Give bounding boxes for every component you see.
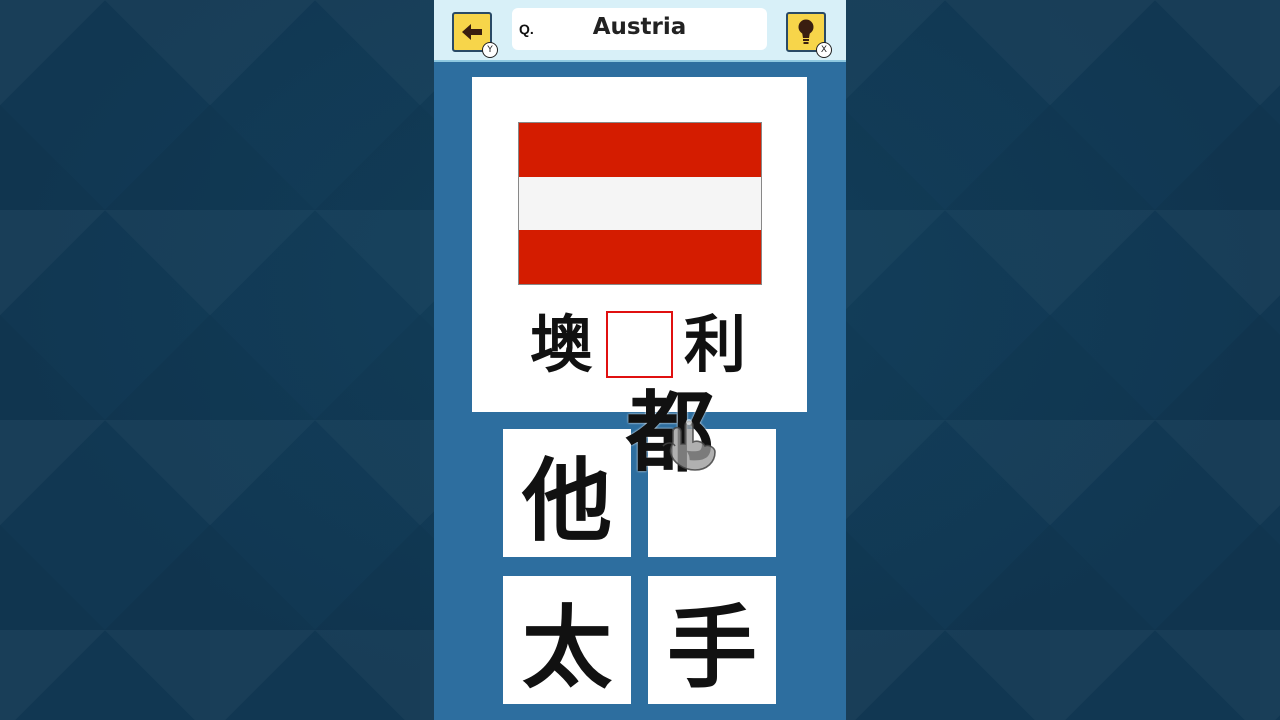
- word-char-right: 利: [684, 308, 747, 381]
- arrow-left-icon: [462, 24, 482, 40]
- flag-image: [518, 122, 762, 285]
- choice-tile-3[interactable]: 太: [503, 576, 631, 704]
- word-char-left: 墺: [530, 308, 593, 381]
- question-card: 墺 利: [472, 77, 807, 412]
- question-box: Q. Austria: [512, 8, 767, 50]
- flag-stripe-top: [519, 123, 761, 177]
- hand-pointer-icon: [662, 419, 716, 471]
- top-bar: Y Q. Austria X: [434, 0, 846, 62]
- lightbulb-icon: [798, 19, 814, 44]
- back-button[interactable]: Y: [452, 12, 498, 58]
- flag-stripe-bottom: [519, 230, 761, 285]
- x-button-badge: X: [816, 42, 832, 58]
- game-panel: Y Q. Austria X 墺 利 他 太 手 都: [434, 0, 846, 720]
- flag-stripe-middle: [519, 176, 761, 231]
- y-button-badge: Y: [482, 42, 498, 58]
- answer-word: 墺 利: [472, 309, 807, 381]
- choice-tile-4[interactable]: 手: [648, 576, 776, 704]
- choice-tile-1[interactable]: 他: [503, 429, 631, 557]
- hint-button[interactable]: X: [786, 12, 832, 58]
- question-text: Austria: [592, 14, 687, 40]
- answer-blank-slot[interactable]: [606, 311, 673, 378]
